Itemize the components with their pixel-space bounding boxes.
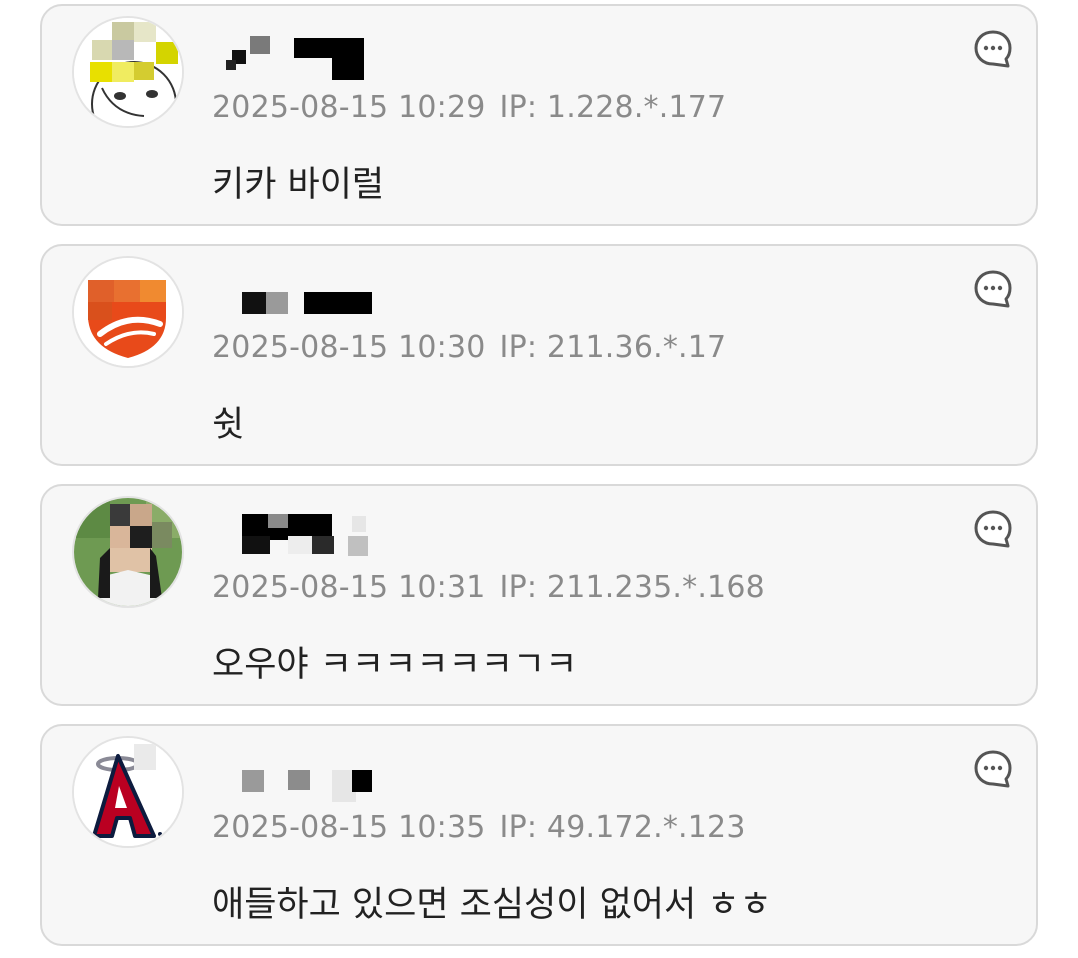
- orange-logo-avatar-image: [74, 258, 182, 366]
- redaction-mosaic: [226, 36, 364, 80]
- redaction-mosaic: [242, 514, 368, 556]
- username-redacted: [212, 750, 374, 806]
- avatar[interactable]: [72, 736, 184, 848]
- username-redacted: [212, 270, 372, 322]
- angels-logo-avatar-image: [74, 738, 182, 846]
- chat-bubble-icon[interactable]: [972, 268, 1014, 310]
- comment-text: 키카 바이럴: [212, 165, 385, 205]
- username-redacted: [212, 510, 372, 562]
- comment-ip: IP: 49.172.*.123: [499, 810, 746, 845]
- comment-meta: 2025-08-15 10:35 IP: 49.172.*.123: [212, 810, 746, 845]
- comment-card: 2025-08-15 10:29 IP: 1.228.*.177 키카 바이럴: [40, 4, 1038, 226]
- comment-meta: 2025-08-15 10:30 IP: 211.36.*.17: [212, 330, 726, 365]
- avatar[interactable]: [72, 496, 184, 608]
- chat-bubble-icon[interactable]: [972, 28, 1014, 70]
- comment-ip: IP: 211.36.*.17: [499, 330, 727, 365]
- comment-ip: IP: 211.235.*.168: [499, 570, 765, 605]
- comment-text: 오우야 ㅋㅋㅋㅋㅋㅋㄱㅋ: [212, 645, 578, 685]
- avatar[interactable]: [72, 16, 184, 128]
- avatar[interactable]: [72, 256, 184, 368]
- pixelated-avatar-image: [74, 18, 182, 126]
- chat-bubble-icon[interactable]: [972, 508, 1014, 550]
- comment-timestamp: 2025-08-15 10:29: [212, 90, 486, 125]
- username-redacted: [212, 30, 372, 82]
- comment-meta: 2025-08-15 10:31 IP: 211.235.*.168: [212, 570, 765, 605]
- comment-card: 2025-08-15 10:31 IP: 211.235.*.168 오우야 ㅋㅋ…: [40, 484, 1038, 706]
- comment-ip: IP: 1.228.*.177: [499, 90, 727, 125]
- pixelated-photo-avatar-image: [74, 498, 182, 606]
- redaction-mosaic: [242, 292, 372, 314]
- comment-text: 쉿: [212, 405, 245, 445]
- comment-card: 2025-08-15 10:30 IP: 211.36.*.17 쉿: [40, 244, 1038, 466]
- comment-timestamp: 2025-08-15 10:31: [212, 570, 486, 605]
- comment-meta: 2025-08-15 10:29 IP: 1.228.*.177: [212, 90, 726, 125]
- redaction-mosaic: [242, 770, 374, 806]
- comment-timestamp: 2025-08-15 10:35: [212, 810, 486, 845]
- comment-text: 애들하고 있으면 조심성이 없어서 ㅎㅎ: [212, 885, 772, 925]
- chat-bubble-icon[interactable]: [972, 748, 1014, 790]
- comment-card: 2025-08-15 10:35 IP: 49.172.*.123 애들하고 있으…: [40, 724, 1038, 946]
- comment-timestamp: 2025-08-15 10:30: [212, 330, 486, 365]
